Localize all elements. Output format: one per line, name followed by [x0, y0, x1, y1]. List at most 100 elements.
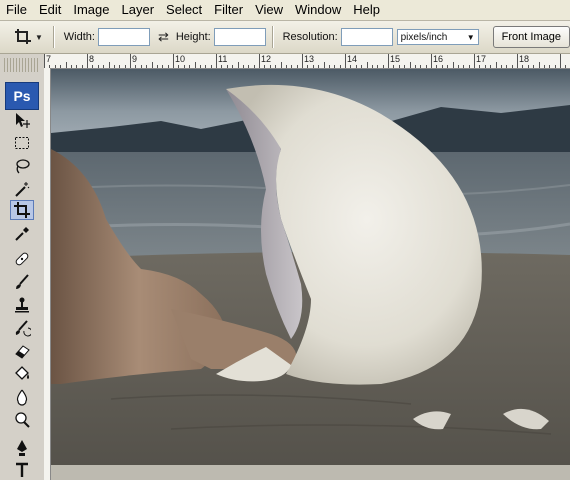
vertical-ruler[interactable] [44, 68, 51, 480]
magic-wand-tool[interactable] [10, 179, 34, 199]
menu-help[interactable]: Help [347, 0, 386, 20]
ruler-tick [253, 65, 255, 68]
chevron-down-icon: ▼ [466, 32, 475, 42]
front-image-button[interactable]: Front Image [492, 26, 570, 48]
ruler-tick [269, 65, 271, 68]
ruler-tick [382, 65, 384, 68]
ruler-tick [517, 54, 518, 68]
toolbox-grip[interactable] [4, 58, 38, 72]
ruler-tick [44, 54, 45, 68]
ruler-label: 8 [89, 54, 95, 64]
lasso-tool[interactable] [10, 156, 34, 176]
ruler-tick [54, 65, 56, 68]
ruler-tick [189, 65, 191, 68]
ruler-tick [366, 62, 368, 68]
ruler-tick [452, 62, 454, 68]
brush-icon [16, 274, 29, 289]
document-canvas[interactable] [51, 69, 570, 465]
ruler-tick [500, 65, 502, 68]
ps-logo[interactable]: Ps [5, 82, 39, 110]
ruler-tick [371, 65, 373, 68]
ruler-tick [146, 65, 148, 68]
ruler-tick [436, 65, 438, 68]
ruler-tick [92, 65, 94, 68]
ruler-tick [103, 65, 105, 68]
ruler-tick [130, 54, 131, 68]
menu-image[interactable]: Image [67, 0, 115, 20]
marquee-tool[interactable] [10, 133, 34, 153]
ruler-tick [97, 65, 99, 68]
ruler-tick [156, 65, 158, 68]
divider [52, 26, 54, 48]
brush-tool[interactable] [10, 272, 34, 292]
menu-edit[interactable]: Edit [33, 0, 67, 20]
menu-layer[interactable]: Layer [116, 0, 161, 20]
eyedropper-tool[interactable] [10, 224, 34, 244]
ruler-tick [151, 62, 153, 68]
ruler-tick [167, 65, 169, 68]
bandage-icon [15, 252, 29, 266]
ruler-tick [490, 65, 492, 68]
menu-select[interactable]: Select [160, 0, 208, 20]
menu-window[interactable]: Window [289, 0, 347, 20]
ruler-tick [226, 65, 228, 68]
magic-wand-icon [15, 182, 30, 197]
ruler-tick [447, 65, 449, 68]
paint-bucket-tool[interactable] [10, 364, 34, 384]
height-field[interactable] [213, 28, 266, 46]
blur-tool[interactable] [10, 387, 34, 407]
options-bar: ▼ Width: ⇄ Height: Resolution: pixels/in… [0, 21, 570, 54]
ruler-tick [506, 65, 508, 68]
dodge-icon [15, 412, 30, 428]
ruler-tick [398, 65, 400, 68]
swap-icon[interactable]: ⇄ [158, 29, 169, 45]
ruler-tick [81, 65, 83, 68]
menu-file[interactable]: File [0, 0, 33, 20]
ruler-tick [237, 62, 239, 68]
ruler-tick [60, 65, 62, 68]
ruler-tick [76, 65, 78, 68]
move-tool[interactable] [10, 110, 34, 130]
ruler-tick [522, 65, 524, 68]
width-field[interactable] [97, 28, 150, 46]
resolution-unit-value: pixels/inch [400, 31, 448, 43]
resolution-field[interactable] [340, 28, 393, 46]
pen-icon [17, 440, 27, 456]
pen-tool[interactable] [10, 438, 34, 458]
eyedropper-icon [15, 227, 29, 241]
ruler-tick [302, 54, 303, 68]
type-tool[interactable] [10, 460, 34, 480]
ruler-tick [527, 65, 529, 68]
ruler-tick [312, 65, 314, 68]
ruler-tick [199, 65, 201, 68]
ruler-tick [259, 54, 260, 68]
ruler-tick [388, 54, 389, 68]
menu-view[interactable]: View [249, 0, 289, 20]
clone-stamp-tool[interactable] [10, 295, 34, 315]
ruler-tick [113, 65, 115, 68]
dodge-tool[interactable] [10, 410, 34, 430]
crop-tool[interactable] [10, 200, 34, 220]
history-brush-tool[interactable] [10, 318, 34, 338]
ruler-tick [318, 65, 320, 68]
ruler-tick [468, 65, 470, 68]
ruler-tick [393, 65, 395, 68]
ruler-tick [173, 54, 174, 68]
ruler-tick [565, 65, 567, 68]
ruler-tick [431, 54, 432, 68]
ruler-tick [474, 54, 475, 68]
ruler-label: 15 [390, 54, 401, 64]
chevron-down-icon: ▼ [35, 32, 43, 42]
menu-filter[interactable]: Filter [208, 0, 249, 20]
tool-preset-picker[interactable]: ▼ [8, 24, 47, 50]
ruler-label: 9 [132, 54, 138, 64]
eraser-tool[interactable] [10, 341, 34, 361]
ruler-tick [409, 62, 411, 68]
ruler-tick [307, 65, 309, 68]
ruler-tick [280, 62, 282, 68]
toolbox: Ps [0, 54, 45, 480]
resolution-unit-select[interactable]: pixels/inch ▼ [396, 29, 479, 45]
healing-brush-tool[interactable] [10, 249, 34, 269]
horizontal-ruler[interactable]: 7 8 9 10 11 12 13 14 15 16 17 18 [44, 54, 570, 69]
ruler-tick [210, 65, 212, 68]
